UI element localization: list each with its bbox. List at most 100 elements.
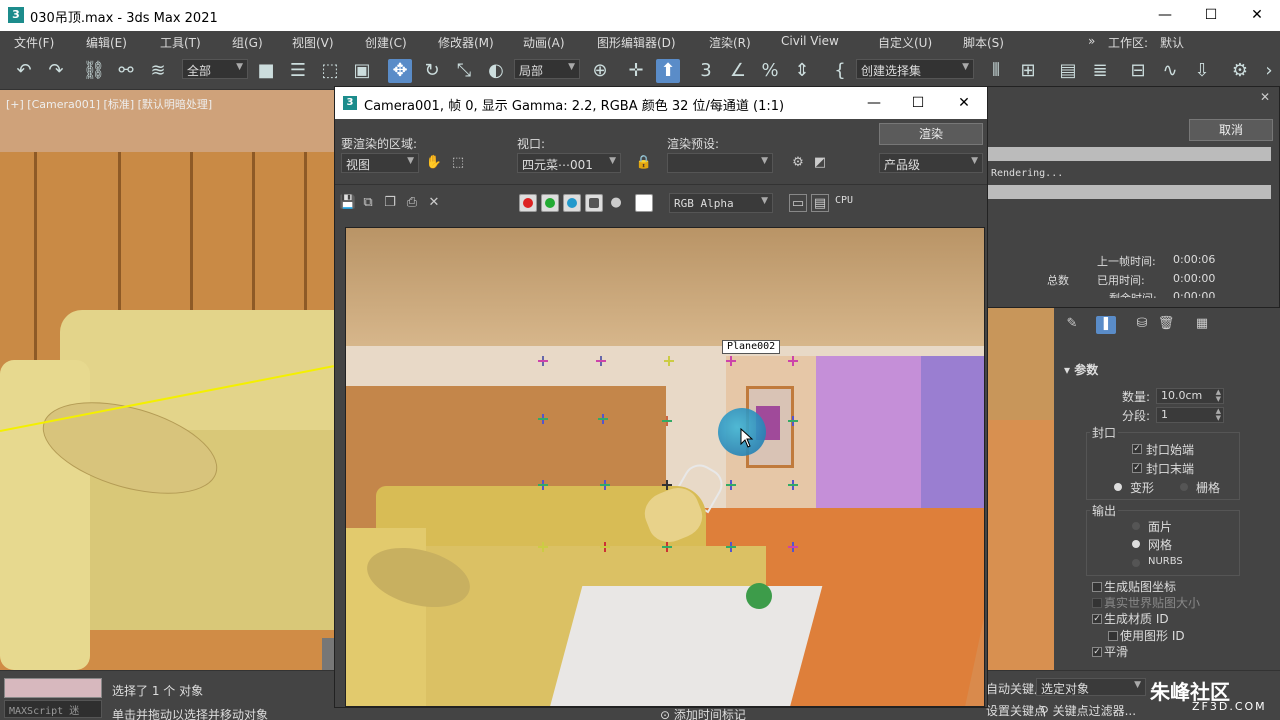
render-minimize-button[interactable]: — [851, 87, 897, 119]
edit-named-selection-icon[interactable]: { [828, 59, 852, 83]
progress-close-icon[interactable]: ✕ [1255, 87, 1275, 107]
menu-modifiers[interactable]: 修改器(M) [438, 34, 494, 51]
gen-mat-id-checkbox[interactable]: ✓ [1092, 614, 1102, 624]
menu-file[interactable]: 文件(F) [14, 34, 54, 51]
schematic-view-icon[interactable]: ⇩ [1190, 59, 1214, 83]
snaps-toggle-icon[interactable]: 3 [694, 59, 718, 83]
count-spinner[interactable]: 10.0cm ▲ ▼ [1156, 388, 1224, 404]
alpha-channel-toggle[interactable] [585, 194, 603, 212]
display-channel-dropdown[interactable]: RGB Alpha ▼ [669, 193, 773, 213]
set-key-button[interactable]: 设置关键点 [986, 702, 1046, 719]
window-crossing-icon[interactable]: ▣ [350, 59, 374, 83]
blue-channel-toggle[interactable] [563, 194, 581, 212]
viewport-dropdown[interactable]: 四元菜⋯001 ▼ [517, 153, 621, 173]
area-to-render-dropdown[interactable]: 视图 ▼ [341, 153, 419, 173]
menu-tools[interactable]: 工具(T) [160, 34, 201, 51]
curve-editor-icon[interactable]: ∿ [1158, 59, 1182, 83]
modify-tab-icon[interactable]: ❚ [1096, 316, 1116, 334]
mirror-icon[interactable]: ⫴ [984, 59, 1008, 83]
toolbar-overflow-icon[interactable]: › [1262, 59, 1276, 83]
keyboard-shortcut-override-icon[interactable]: ⬆ [656, 59, 680, 83]
menu-civil-view[interactable]: Civil View [781, 34, 839, 48]
maximize-button[interactable]: ☐ [1188, 0, 1234, 31]
align-icon[interactable]: ⊞ [1016, 59, 1040, 83]
named-selection-dropdown[interactable]: 创建选择集 ▼ [856, 59, 974, 79]
maxscript-listener[interactable]: MAXScript 迷 [4, 700, 102, 718]
menu-scripting[interactable]: 脚本(S) [963, 34, 1004, 51]
real-world-checkbox[interactable] [1092, 598, 1102, 608]
place-icon[interactable]: ◐ [484, 59, 508, 83]
auto-region-icon[interactable]: ⬚ [449, 154, 467, 172]
patch-radio[interactable] [1132, 522, 1140, 530]
menu-edit[interactable]: 编辑(E) [86, 34, 127, 51]
render-window-titlebar[interactable]: 3 Camera001, 帧 0, 显示 Gamma: 2.2, RGBA 颜色… [335, 87, 987, 119]
monochrome-toggle-icon[interactable]: ● [607, 194, 625, 212]
minimize-button[interactable]: — [1142, 0, 1188, 31]
lock-viewport-icon[interactable]: 🔒 [635, 154, 653, 172]
render-button[interactable]: 渲染 [879, 123, 983, 145]
toggle-ui-overlay-icon[interactable]: ▭ [789, 194, 807, 212]
mesh-radio[interactable] [1132, 540, 1140, 548]
render-maximize-button[interactable]: ☐ [895, 87, 941, 119]
pivot-center-icon[interactable]: ⊕ [588, 59, 612, 83]
select-object-icon[interactable]: ■ [254, 59, 278, 83]
workspace-dropdown[interactable]: 默认 [1160, 34, 1184, 51]
parameters-rollout-title[interactable]: ▾ 参数 [1064, 361, 1098, 378]
hierarchy-tab-icon[interactable]: ⛁ [1132, 316, 1152, 334]
spinner-snap-icon[interactable]: ⇕ [790, 59, 814, 83]
menu-rendering[interactable]: 渲染(R) [709, 34, 751, 51]
segments-spinner[interactable]: 1 ▲ ▼ [1156, 407, 1224, 423]
link-icon[interactable]: ⛓ [82, 59, 106, 83]
selection-filter-dropdown[interactable]: 全部 ▼ [182, 59, 248, 79]
menu-group[interactable]: 组(G) [232, 34, 263, 51]
rectangular-region-icon[interactable]: ⬚ [318, 59, 342, 83]
layer-explorer-icon[interactable]: ≣ [1088, 59, 1112, 83]
green-channel-toggle[interactable] [541, 194, 559, 212]
key-filters-button[interactable]: ⚲ 关键点过滤器... [1040, 702, 1136, 719]
grid-radio[interactable] [1180, 483, 1188, 491]
menu-overflow-icon[interactable]: » [1088, 34, 1095, 48]
copy-image-icon[interactable]: ⧉ [359, 194, 377, 212]
environment-effects-icon[interactable]: ◩ [811, 154, 829, 172]
cap-start-checkbox[interactable]: ✓ [1132, 444, 1142, 454]
nurbs-radio[interactable] [1132, 559, 1140, 567]
select-manipulate-icon[interactable]: ✛ [624, 59, 648, 83]
reference-coord-dropdown[interactable]: 局部 ▼ [514, 59, 580, 79]
scene-explorer-icon[interactable]: ▤ [1056, 59, 1080, 83]
select-scale-icon[interactable]: ⤡ [452, 59, 476, 83]
undo-icon[interactable]: ↶ [12, 59, 36, 83]
render-preset-dropdown[interactable]: ▼ [667, 153, 773, 173]
material-editor-icon[interactable]: ⚙ [1228, 59, 1252, 83]
menu-graph-editors[interactable]: 图形编辑器(D) [597, 34, 676, 51]
select-rotate-icon[interactable]: ↻ [420, 59, 444, 83]
clear-image-icon[interactable]: ✕ [425, 194, 443, 212]
print-image-icon[interactable]: ⎙ [403, 194, 421, 212]
configure-sets-icon[interactable]: ▦ [1192, 316, 1212, 334]
clear-color-swatch[interactable] [635, 194, 653, 212]
select-move-icon[interactable]: ✥ [388, 59, 412, 83]
menu-create[interactable]: 创建(C) [365, 34, 407, 51]
rendered-image[interactable]: Plane002 [345, 227, 985, 707]
camera-viewport[interactable]: x z [0, 90, 336, 670]
menu-views[interactable]: 视图(V) [292, 34, 334, 51]
redo-icon[interactable]: ↷ [44, 59, 68, 83]
delete-icon[interactable]: 🗑 [1156, 316, 1176, 334]
angle-snap-icon[interactable]: ∠ [726, 59, 750, 83]
toggle-ui-icon[interactable]: ▤ [811, 194, 829, 212]
listener-color-swatch[interactable] [4, 678, 102, 698]
render-setup-icon[interactable]: ⚙ [789, 154, 807, 172]
gen-mapping-checkbox[interactable] [1092, 582, 1102, 592]
red-channel-toggle[interactable] [519, 194, 537, 212]
edit-region-icon[interactable]: ✋ [425, 154, 443, 172]
menu-customize[interactable]: 自定义(U) [878, 34, 932, 51]
select-by-name-icon[interactable]: ☰ [286, 59, 310, 83]
clone-window-icon[interactable]: ❐ [381, 194, 399, 212]
smooth-checkbox[interactable]: ✓ [1092, 647, 1102, 657]
morph-radio[interactable] [1114, 483, 1122, 491]
key-mode-dropdown[interactable]: 选定对象 ▼ [1036, 678, 1146, 696]
create-tab-icon[interactable]: ✎ [1062, 316, 1082, 334]
save-image-icon[interactable]: 💾 [339, 194, 357, 212]
viewport-label[interactable]: [+] [Camera001] [标准] [默认明暗处理] [6, 96, 212, 112]
render-quality-dropdown[interactable]: 产品级 ▼ [879, 153, 983, 173]
render-close-button[interactable]: ✕ [941, 87, 987, 119]
